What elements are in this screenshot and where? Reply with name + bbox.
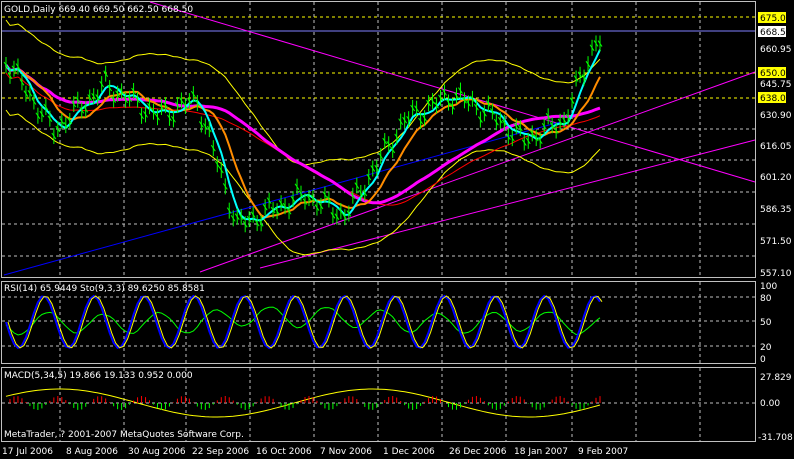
macd-header: MACD(5,34,5) 19.866 19.133 0.952 0.000	[4, 371, 193, 381]
date-label: 9 Feb 2007	[578, 447, 628, 457]
rsi-level-label: 100	[760, 282, 777, 292]
rsi-level-label: 20	[760, 343, 772, 353]
bollinger-lower	[5, 109, 601, 256]
price-label: 638.00	[760, 94, 792, 104]
ma-orange	[5, 64, 601, 219]
indicator-lines	[3, 1, 756, 276]
rsi-level-label: 50	[760, 318, 772, 328]
copyright-text: MetaTrader, ? 2001-2007 MetaQuotes Softw…	[4, 430, 244, 440]
macd-level-label: -31.708	[758, 433, 793, 443]
date-label: 7 Nov 2006	[320, 447, 372, 457]
price-label: 660.95	[760, 45, 792, 55]
date-label: 22 Sep 2006	[192, 447, 249, 457]
price-axis: 675.00 668.50 660.95 650.00 645.75 638.0…	[758, 12, 792, 279]
sto-signal-line	[5, 294, 601, 350]
ma-magenta	[4, 64, 601, 205]
rsi-stochastic-lines	[5, 294, 603, 350]
date-label: 16 Oct 2006	[256, 447, 312, 457]
ma-red	[5, 72, 601, 206]
macd-level-label: 27.829	[760, 373, 792, 383]
macd-axis: 27.829 0.00 -31.708	[758, 373, 793, 443]
rsi-header: RSI(14) 65.9449 Sto(9,3,3) 89.6250 85.85…	[4, 284, 205, 294]
price-label: 586.35	[760, 205, 792, 215]
date-label: 17 Jul 2006	[2, 447, 53, 457]
date-label: 26 Dec 2006	[449, 447, 507, 457]
chart-window[interactable]: GOLD,Daily 669.40 669.50 662.50 668.50 R…	[0, 0, 794, 459]
macd-level-label: 0.00	[760, 399, 780, 409]
rsi-level-label: 80	[760, 294, 772, 304]
price-label: 650.00	[760, 69, 792, 79]
price-label: 557.10	[760, 269, 792, 279]
price-label: 630.90	[760, 111, 792, 121]
date-label: 18 Jan 2007	[514, 447, 568, 457]
date-label: 8 Aug 2006	[66, 447, 118, 457]
rsi-axis: 100 80 50 20 0	[760, 282, 777, 365]
price-label: 601.20	[760, 173, 792, 183]
main-header: GOLD,Daily 669.40 669.50 662.50 668.50	[4, 5, 193, 15]
rsi-level-label: 0	[760, 355, 766, 365]
date-axis: 17 Jul 2006 8 Aug 2006 30 Aug 2006 22 Se…	[2, 447, 628, 457]
date-label: 30 Aug 2006	[128, 447, 186, 457]
price-label: 675.00	[760, 14, 792, 24]
price-label: 668.50	[760, 28, 792, 38]
trendline	[149, 1, 756, 183]
price-label: 645.75	[760, 80, 792, 90]
trendline	[199, 71, 756, 273]
date-label: 1 Dec 2006	[383, 447, 435, 457]
price-label: 571.50	[760, 237, 792, 247]
price-label: 616.05	[760, 142, 792, 152]
